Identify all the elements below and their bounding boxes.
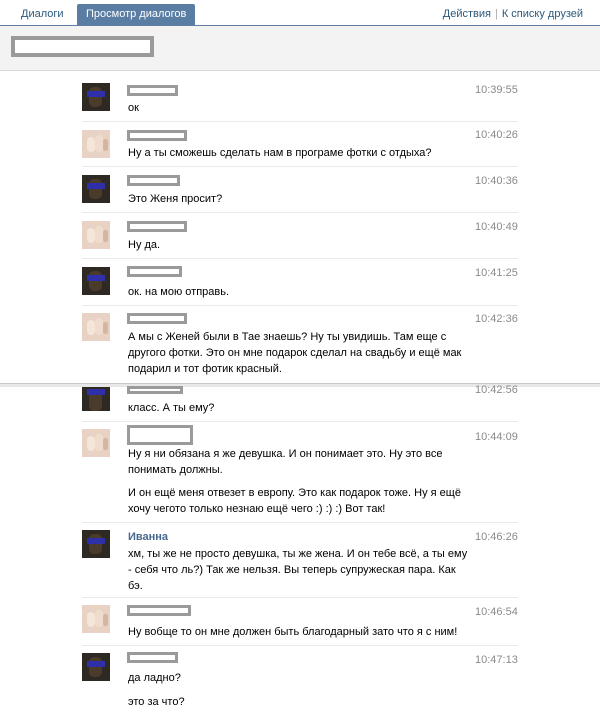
friends-list-link[interactable]: К списку друзей: [502, 8, 583, 20]
message-time: 10:46:54: [475, 606, 518, 618]
message-time: 10:46:26: [475, 531, 518, 543]
redacted-dialog-title: [11, 36, 154, 57]
avatar[interactable]: [82, 653, 110, 681]
message-divider: [82, 421, 518, 422]
message-text: Ну вобще то он мне должен быть благодарн…: [128, 626, 458, 638]
redacted-sender-name: [127, 266, 182, 277]
message-divider: [82, 121, 518, 122]
message-text: ок. на мою отправь.: [128, 286, 230, 298]
redacted-sender-name: [127, 652, 178, 663]
message-time: 10:40:36: [475, 175, 518, 187]
avatar[interactable]: [82, 83, 110, 111]
avatar[interactable]: [82, 313, 110, 341]
link-separator: |: [494, 8, 498, 20]
message-text: хм, ты же не просто девушка, ты же жена.…: [128, 548, 468, 592]
avatar[interactable]: [82, 130, 110, 158]
actions-link[interactable]: Действия: [443, 8, 491, 20]
avatar[interactable]: [82, 387, 110, 411]
message-divider: [82, 212, 518, 213]
sender-name[interactable]: Иванна: [128, 531, 168, 543]
avatar[interactable]: [82, 530, 110, 558]
avatar[interactable]: [82, 605, 110, 633]
avatar[interactable]: [82, 175, 110, 203]
redacted-sender-name: [127, 175, 180, 186]
top-bar: Диалоги Просмотр диалогов Действия | К спи…: [0, 0, 600, 26]
message-text: И он ещё меня отвезет в европу. Это как …: [128, 487, 461, 515]
message-time: 10:47:13: [475, 654, 518, 666]
message-time: 10:39:55: [475, 84, 518, 96]
redacted-sender-name: [127, 221, 187, 232]
dialog-header: [0, 26, 600, 71]
redacted-sender-name: [127, 605, 191, 616]
tab-dialogs[interactable]: Диалоги: [12, 4, 73, 25]
message-divider: [82, 305, 518, 306]
message-text: ок: [128, 102, 139, 114]
redacted-sender-name: [127, 386, 183, 394]
message-divider: [82, 522, 518, 523]
top-links: Действия | К списку друзей: [443, 8, 583, 20]
message-text: Это Женя просит?: [128, 193, 223, 205]
message-divider: [82, 645, 518, 646]
message-time: 10:42:56: [475, 384, 518, 396]
redacted-sender-name: [127, 85, 178, 96]
avatar[interactable]: [82, 267, 110, 295]
message-text: Ну а ты сможешь сделать нам в програме ф…: [128, 147, 432, 159]
message-divider: [82, 597, 518, 598]
message-text: класс. А ты ему?: [128, 402, 215, 414]
message-text: это за что?: [128, 696, 185, 708]
message-time: 10:40:49: [475, 221, 518, 233]
message-time: 10:41:25: [475, 267, 518, 279]
message-divider: [82, 166, 518, 167]
tab-view-dialogs[interactable]: Просмотр диалогов: [77, 4, 196, 25]
message-text: Ну я ни обязана я же девушка. И он поним…: [128, 448, 443, 476]
message-time: 10:42:36: [475, 313, 518, 325]
message-text: Ну да.: [128, 239, 161, 251]
message-time: 10:40:26: [475, 129, 518, 141]
message-time: 10:44:09: [475, 431, 518, 443]
redacted-sender-name: [127, 425, 193, 445]
redacted-sender-name: [127, 130, 187, 141]
redacted-sender-name: [127, 313, 187, 324]
avatar[interactable]: [82, 429, 110, 457]
message-text: да ладно?: [128, 672, 181, 684]
avatar[interactable]: [82, 221, 110, 249]
message-divider: [82, 258, 518, 259]
message-text: А мы с Женей были в Тае знаешь? Ну ты ув…: [128, 331, 462, 375]
